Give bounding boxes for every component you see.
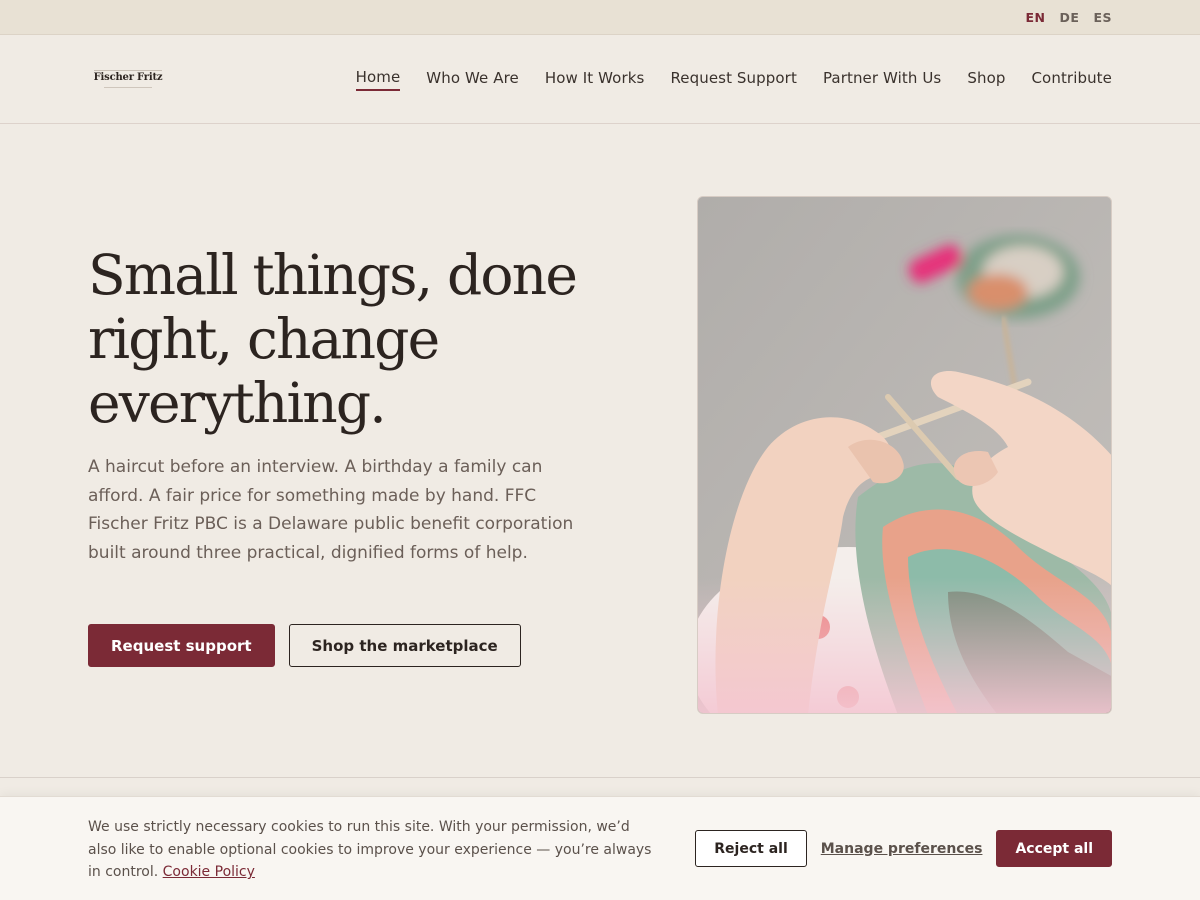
reject-all-button[interactable]: Reject all	[695, 830, 807, 867]
language-es[interactable]: ES	[1093, 10, 1112, 25]
nav-home[interactable]: Home	[355, 68, 401, 91]
manage-preferences-button[interactable]: Manage preferences	[821, 830, 983, 867]
hero-title: Small things, done right, change everyth…	[88, 243, 578, 435]
language-de[interactable]: DE	[1060, 10, 1080, 25]
knitting-illustration	[698, 197, 1111, 713]
language-bar: EN DE ES	[0, 0, 1200, 35]
nav-partner-with-us[interactable]: Partner With Us	[823, 69, 941, 90]
shop-marketplace-button[interactable]: Shop the marketplace	[288, 624, 521, 667]
cookie-message: We use strictly necessary cookies to run…	[88, 816, 658, 884]
hero-actions: Request support Shop the marketplace	[88, 624, 521, 667]
nav-request-support[interactable]: Request Support	[670, 69, 797, 90]
main-nav: Home Who We Are How It Works Request Sup…	[355, 68, 1112, 91]
nav-shop[interactable]: Shop	[967, 69, 1005, 90]
cookie-banner: We use strictly necessary cookies to run…	[0, 796, 1200, 900]
cookie-policy-link[interactable]: Cookie Policy	[163, 864, 255, 880]
hero-description: A haircut before an interview. A birthda…	[88, 457, 574, 563]
logo[interactable]: Fischer Fritz	[93, 69, 163, 89]
logo-text: Fischer Fritz	[93, 69, 163, 83]
nav-how-it-works[interactable]: How It Works	[545, 69, 645, 90]
nav-who-we-are[interactable]: Who We Are	[426, 69, 519, 90]
logo-rule	[104, 86, 152, 89]
accept-all-button[interactable]: Accept all	[996, 830, 1112, 867]
language-en[interactable]: EN	[1026, 10, 1046, 25]
cookie-actions: Reject all Manage preferences Accept all	[695, 830, 1112, 867]
hero-image	[697, 196, 1112, 714]
hero-section: Small things, done right, change everyth…	[0, 125, 1200, 778]
request-support-button[interactable]: Request support	[88, 624, 275, 667]
site-header: Fischer Fritz Home Who We Are How It Wor…	[0, 35, 1200, 124]
nav-contribute[interactable]: Contribute	[1031, 69, 1112, 90]
